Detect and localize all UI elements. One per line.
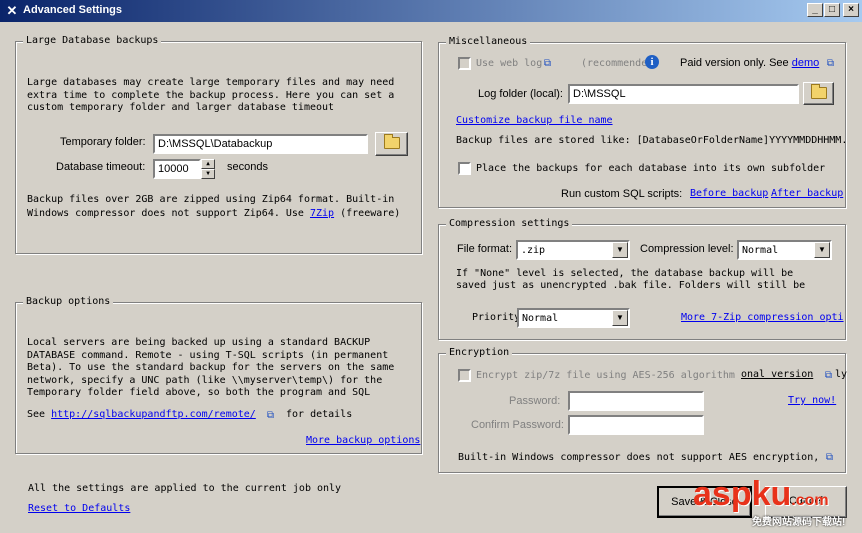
only-label: ly bbox=[835, 369, 848, 380]
recommended-label: (recommende bbox=[581, 58, 648, 69]
priority-value: Normal bbox=[522, 313, 559, 324]
timeout-spinner[interactable]: ▲ ▼ bbox=[201, 159, 215, 179]
app-icon: ✕ bbox=[6, 3, 18, 18]
watermark-subtitle: 免费网站源码下载站! bbox=[752, 517, 846, 528]
timeout-label: Database timeout: bbox=[56, 161, 146, 173]
chevron-down-icon[interactable]: ▼ bbox=[814, 242, 830, 258]
more-7zip-options-link[interactable]: More 7-Zip compression opti bbox=[681, 312, 846, 325]
subfolder-checkbox[interactable] bbox=[458, 162, 471, 175]
large-db-legend: Large Database backups bbox=[23, 35, 162, 47]
compression-level-value: Normal bbox=[742, 245, 779, 256]
file-format-label: File format: bbox=[457, 243, 513, 255]
settings-applied-note: All the settings are applied to the curr… bbox=[28, 483, 342, 494]
7zip-link[interactable]: 7Zip bbox=[310, 208, 334, 219]
more-backup-options-link[interactable]: More backup options bbox=[306, 435, 420, 448]
see-details-line: See http://sqlbackupandftp.com/remote/ bbox=[27, 409, 256, 422]
reset-defaults-link[interactable]: Reset to Defaults bbox=[28, 503, 130, 516]
compression-level-label: Compression level: bbox=[640, 243, 734, 255]
priority-select[interactable]: Normal ▼ bbox=[517, 308, 630, 328]
priority-label: Priority bbox=[472, 312, 521, 323]
zip64-note-line2: Windows compressor does not support Zip6… bbox=[27, 208, 400, 221]
use-web-log-checkbox[interactable] bbox=[458, 57, 471, 70]
misc-group: Miscellaneous Use web log ⧉ (recommende … bbox=[438, 36, 846, 208]
minimize-button[interactable]: _ bbox=[807, 3, 823, 17]
paid-version-label: Paid version only. See bbox=[680, 57, 789, 69]
file-format-value: .zip bbox=[521, 245, 546, 256]
customize-file-name-link[interactable]: Customize backup file name bbox=[456, 115, 613, 128]
encryption-group: Encryption Encrypt zip/7z file using AES… bbox=[438, 347, 848, 473]
none-level-note-line2: saved just as unencrypted .bak file. Fol… bbox=[456, 280, 806, 291]
backup-options-legend: Backup options bbox=[23, 296, 114, 308]
external-link-icon[interactable]: ⧉ bbox=[265, 410, 276, 421]
backup-options-group: Backup options Local servers are being b… bbox=[15, 296, 422, 454]
chevron-down-icon[interactable]: ▼ bbox=[612, 242, 628, 258]
spin-up-icon[interactable]: ▲ bbox=[201, 159, 215, 169]
zip64-note-freeware: (freeware) bbox=[340, 208, 401, 219]
log-folder-input[interactable]: D:\MSSQL bbox=[568, 84, 799, 104]
file-format-select[interactable]: .zip ▼ bbox=[516, 240, 630, 260]
encrypt-checkbox[interactable] bbox=[458, 369, 471, 382]
misc-legend: Miscellaneous bbox=[446, 36, 531, 48]
zip64-note-line1: Backup files over 2GB are zipped using Z… bbox=[27, 194, 395, 205]
subfolder-label: Place the backups for each database into… bbox=[476, 163, 826, 174]
window-title: Advanced Settings bbox=[23, 4, 123, 16]
password-input[interactable] bbox=[568, 391, 704, 411]
details-label: for details bbox=[286, 409, 353, 420]
title-bar: ✕ Advanced Settings _ □ × bbox=[0, 0, 862, 22]
password-label: Password: bbox=[509, 395, 561, 407]
external-link-icon[interactable]: ⧉ bbox=[824, 452, 835, 463]
confirm-password-label: Confirm Password: bbox=[471, 419, 564, 431]
chevron-down-icon[interactable]: ▼ bbox=[612, 310, 628, 326]
demo-link[interactable]: demo bbox=[792, 57, 820, 69]
external-link-icon[interactable]: ⧉ bbox=[825, 58, 836, 69]
close-button[interactable]: × bbox=[843, 3, 859, 17]
aes-builtin-note: Built-in Windows compressor does not sup… bbox=[458, 452, 820, 463]
external-link-icon[interactable]: ⧉ bbox=[823, 370, 834, 381]
stored-like-text: Backup files are stored like: [DatabaseO… bbox=[456, 135, 846, 146]
zip64-note-text: Windows compressor does not support Zip6… bbox=[27, 208, 304, 219]
compression-level-select[interactable]: Normal ▼ bbox=[737, 240, 832, 260]
remote-help-link[interactable]: http://sqlbackupandftp.com/remote/ bbox=[51, 409, 256, 420]
try-now-link[interactable]: Try now! bbox=[788, 395, 836, 408]
folder-icon bbox=[810, 84, 827, 99]
backup-options-description: Local servers are being backed up using … bbox=[27, 337, 395, 398]
use-web-log-label: Use web log bbox=[476, 58, 543, 69]
before-backup-link[interactable]: Before backup bbox=[690, 188, 768, 201]
browse-log-folder-button[interactable] bbox=[803, 82, 834, 105]
after-backup-link[interactable]: After backup bbox=[771, 188, 843, 201]
large-db-description: Large databases may create large tempora… bbox=[27, 77, 395, 113]
watermark-logo-text: aspku bbox=[693, 475, 792, 513]
temp-folder-label: Temporary folder: bbox=[60, 136, 146, 148]
maximize-button[interactable]: □ bbox=[824, 3, 840, 17]
see-label: See bbox=[27, 409, 46, 420]
compression-group: Compression settings File format: .zip ▼… bbox=[438, 218, 846, 340]
watermark-tld: .com bbox=[791, 492, 829, 509]
encrypt-label: Encrypt zip/7z file using AES-256 algori… bbox=[476, 370, 735, 381]
timeout-unit: seconds bbox=[227, 161, 268, 173]
external-link-icon[interactable]: ⧉ bbox=[542, 58, 553, 69]
custom-sql-label: Run custom SQL scripts: bbox=[561, 188, 683, 200]
encryption-legend: Encryption bbox=[446, 347, 513, 359]
professional-version-link[interactable]: onal version bbox=[741, 369, 813, 382]
paid-version-line: Paid version only. See demo bbox=[680, 57, 819, 69]
browse-temp-folder-button[interactable] bbox=[375, 132, 408, 156]
log-folder-label: Log folder (local): bbox=[478, 88, 563, 100]
large-db-group: Large Database backups Large databases m… bbox=[15, 35, 422, 254]
none-level-note-line1: If "None" level is selected, the databas… bbox=[456, 268, 794, 279]
confirm-password-input[interactable] bbox=[568, 415, 704, 435]
compression-legend: Compression settings bbox=[446, 218, 573, 230]
spin-down-icon[interactable]: ▼ bbox=[201, 169, 215, 179]
temp-folder-input[interactable]: D:\MSSQL\Databackup bbox=[153, 134, 368, 154]
info-icon[interactable]: i bbox=[645, 55, 659, 69]
timeout-input[interactable]: 10000 bbox=[153, 159, 201, 179]
folder-icon bbox=[383, 134, 400, 149]
